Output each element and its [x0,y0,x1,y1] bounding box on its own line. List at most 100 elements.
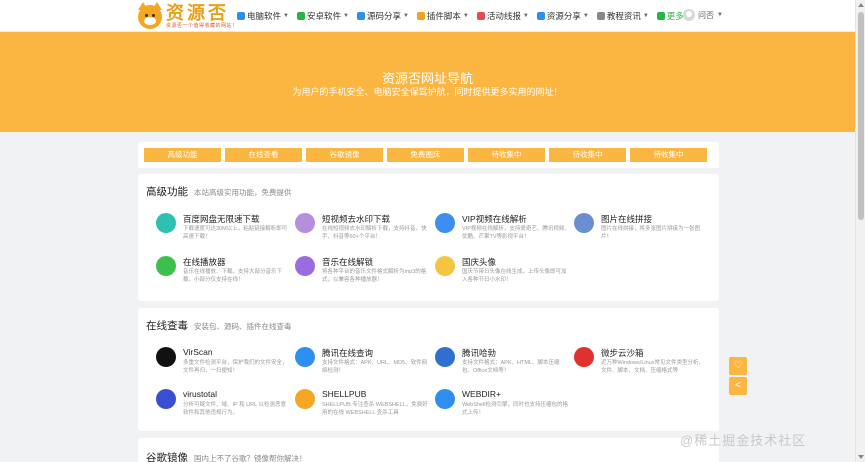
chevron-down-icon: ▼ [342,13,349,19]
nav-item-0[interactable]: 电脑软件 ▼ [237,10,289,22]
chevron-down-icon: ▼ [462,13,469,19]
tool-desc: 音乐在线播放、下载，支持大部分音乐下载，小部分仅支持在线！ [183,269,283,283]
tool-card[interactable]: 图片在线拼接 图片在线拼接，将多张图片拼接为一张图片！ [574,213,709,253]
share-button[interactable]: < [729,377,747,395]
virscan-icon [156,347,176,367]
tool-card[interactable]: 百度网盘无限速下载下载速度可达30M以上，粘贴链接解析即可高速下载！ [156,213,291,253]
section-google-mirror: 谷歌镜像 国内上不了谷歌？镜像帮你解决！ [138,438,719,462]
cat-logo-icon [138,1,162,29]
tab-4[interactable]: 待收集中 [468,148,545,162]
tool-card[interactable]: VIP视频在线解析 VIP视频在线解析，支持爱奇艺、腾讯视频、优酷、芒果TV等影视… [435,213,570,253]
shield-check-icon [295,347,315,367]
nav-label: 插件脚本 [426,11,461,21]
category-tabs: 高级功能 在线查看 谷歌镜像 免费图床 待收集中 待收集中 待收集中 [138,142,719,168]
section-desc: 本站高级实用功能，免费提供 [194,188,292,197]
tab-5[interactable]: 待收集中 [549,148,626,162]
tool-card[interactable]: WEBDIR+ WebShell检测引擎，同时也支持压缩包的格式上传！ [435,389,570,429]
tool-title: 微步云沙箱 [601,348,644,358]
nav-label: 活动线报 [486,11,521,21]
tab-0[interactable]: 高级功能 [144,148,221,162]
send-icon [536,12,545,20]
tab-3[interactable]: 免费图床 [387,148,464,162]
more-icon [656,12,665,20]
tool-title: VIP视频在线解析 [462,214,527,224]
section-title: 高级功能 [146,186,188,198]
tool-desc: 多重文件检测平台，保护我们的文件安全，文件再归，一扫便知！ [183,360,288,374]
tool-desc: SHELLPUB 专注查杀 WEBSHELL，免费好用的在线 WEBSHELL … [322,402,428,416]
nav-label: 教程资讯 [606,11,641,21]
tab-6[interactable]: 待收集中 [630,148,707,162]
scroll-thumb[interactable] [858,12,864,220]
share-icon: < [735,380,741,391]
tool-title: SHELLPUB [322,389,367,399]
section-title: 谷歌镜像 [146,452,188,462]
section-advanced: 高级功能 本站高级实用功能，免费提供 百度网盘无限速下载下载速度可达30M以上，… [138,174,719,301]
tool-title: 国庆头像 [462,257,497,267]
android-icon [296,12,305,20]
tool-card[interactable]: 腾讯在线查询 支持文件格式：APK、URL、MD5、软件网络检测！ [295,347,430,387]
chevron-down-icon: ▼ [582,13,589,19]
tab-2[interactable]: 谷歌镜像 [306,148,383,162]
video-icon [295,213,315,233]
nav-item-4[interactable]: 活动线报 ▼ [476,10,529,22]
book-icon [596,12,605,20]
nav-item-5[interactable]: 资源分享 ▼ [536,10,589,22]
chevron-down-icon: ▼ [522,13,529,19]
tool-desc: 在线短视频去水印解析下载，支持抖音、快手、抖音等60+个平台！ [322,226,427,240]
user-menu[interactable]: 问否 ▼ [683,9,723,21]
tool-card[interactable]: 短视频去水印下载 在线短视频去水印解析下载，支持抖音、快手、抖音等60+个平台！ [295,213,430,253]
chevron-down-icon: ▼ [283,13,289,19]
tool-desc: 下载速度可达30M以上，粘贴链接解析即可高速下载！ [183,226,288,240]
tool-card[interactable]: VirScan 多重文件检测平台，保护我们的文件安全，文件再归，一扫便知！ [156,347,291,387]
scroll-up-arrow-icon[interactable] [858,3,864,7]
scroll-down-arrow-icon[interactable] [858,455,864,459]
tool-title: 图片在线拼接 [601,214,653,224]
section-title: 在线查毒 [146,320,188,332]
tool-desc: VIP视频在线解析，支持爱奇艺、腾讯视频、优酷、芒果TV等影视平台！ [462,226,570,240]
cloud-download-icon [156,213,176,233]
code-icon [356,12,365,20]
tool-card[interactable]: 微步云沙箱 近万种Windows/Linux常见文件类型分析，文件、脚本、文档、压… [574,347,709,387]
watermark: @稀土掘金技术社区 [680,433,807,448]
image-grid-icon [574,213,594,233]
music-player-icon [156,256,176,276]
tool-card[interactable]: 音乐在线解锁 将各种平台的音乐文件格式解析为mp3的格式，以兼容各种播放器！ [295,256,430,296]
nav-label: 资源分享 [546,11,581,21]
favorite-button[interactable]: ♡ [729,357,747,375]
nav-label: 源码分享 [366,11,401,21]
tool-title: 腾讯哈勃 [462,348,497,358]
tool-card[interactable]: SHELLPUB SHELLPUB 专注查杀 WEBSHELL，免费好用的在线 W… [295,389,430,429]
tool-title: WEBDIR+ [462,389,501,399]
tool-desc: 国庆节带日头像在线生成，上传头像即可加入各种节日小水印！ [462,269,567,283]
tool-card[interactable]: virustotal 分析可疑文件、域、IP 和 URL 以检测恶意软件和其他违规… [156,389,291,429]
tool-desc: 分析可疑文件、域、IP 和 URL 以检测恶意软件和其他违规行为。 [183,402,286,416]
main-nav: 电脑软件▼安卓软件▼源码分享▼插件脚本▼活动线报▼资源分享▼教程资讯▼更多▼ [237,0,700,32]
tool-title: 在线播放器 [183,257,226,267]
tool-card[interactable]: 腾讯哈勃 支持文件格式：APK、HTML、脚本压缩包、Office文档等！ [435,347,570,387]
site-logo[interactable]: 资源否 资源否一个值得收藏的网站！ [138,1,238,30]
webdir-icon [435,389,455,409]
tool-title: 腾讯在线查询 [322,348,374,358]
virustotal-icon [156,389,176,409]
section-desc: 安装包、源码、插件在线查毒 [194,322,292,331]
nav-item-2[interactable]: 源码分享 ▼ [356,10,409,22]
section-desc: 国内上不了谷歌？镜像帮你解决！ [194,454,307,462]
tool-card[interactable]: 国庆头像国庆节带日头像在线生成，上传头像即可加入各种节日小水印！ [435,256,570,296]
nav-item-1[interactable]: 安卓软件 ▼ [296,10,349,22]
activity-icon [476,12,485,20]
avatar-flag-icon [435,256,455,276]
nav-label: 安卓软件 [306,11,341,21]
user-name: 问否 [698,10,714,20]
nav-label: 更多 [666,11,684,21]
nav-item-3[interactable]: 插件脚本 ▼ [416,10,469,22]
nav-label: 电脑软件 [247,11,282,21]
hubble-icon [435,347,455,367]
chevron-down-icon: ▼ [642,13,649,19]
tool-title: 百度网盘无限速下载 [183,214,260,224]
tool-card[interactable]: 在线播放器音乐在线播放、下载，支持大部分音乐下载，小部分仅支持在线！ [156,256,291,296]
top-navbar: 资源否 资源否一个值得收藏的网站！ 电脑软件 ▼ 安卓软件 ▼ 源码分享 ▼ 插件脚本 ▼ 活动… [0,0,855,32]
page-scrollbar[interactable] [855,0,865,462]
unlock-icon [295,256,315,276]
tab-1[interactable]: 在线查看 [225,148,302,162]
nav-item-6[interactable]: 教程资讯 ▼ [596,10,649,22]
